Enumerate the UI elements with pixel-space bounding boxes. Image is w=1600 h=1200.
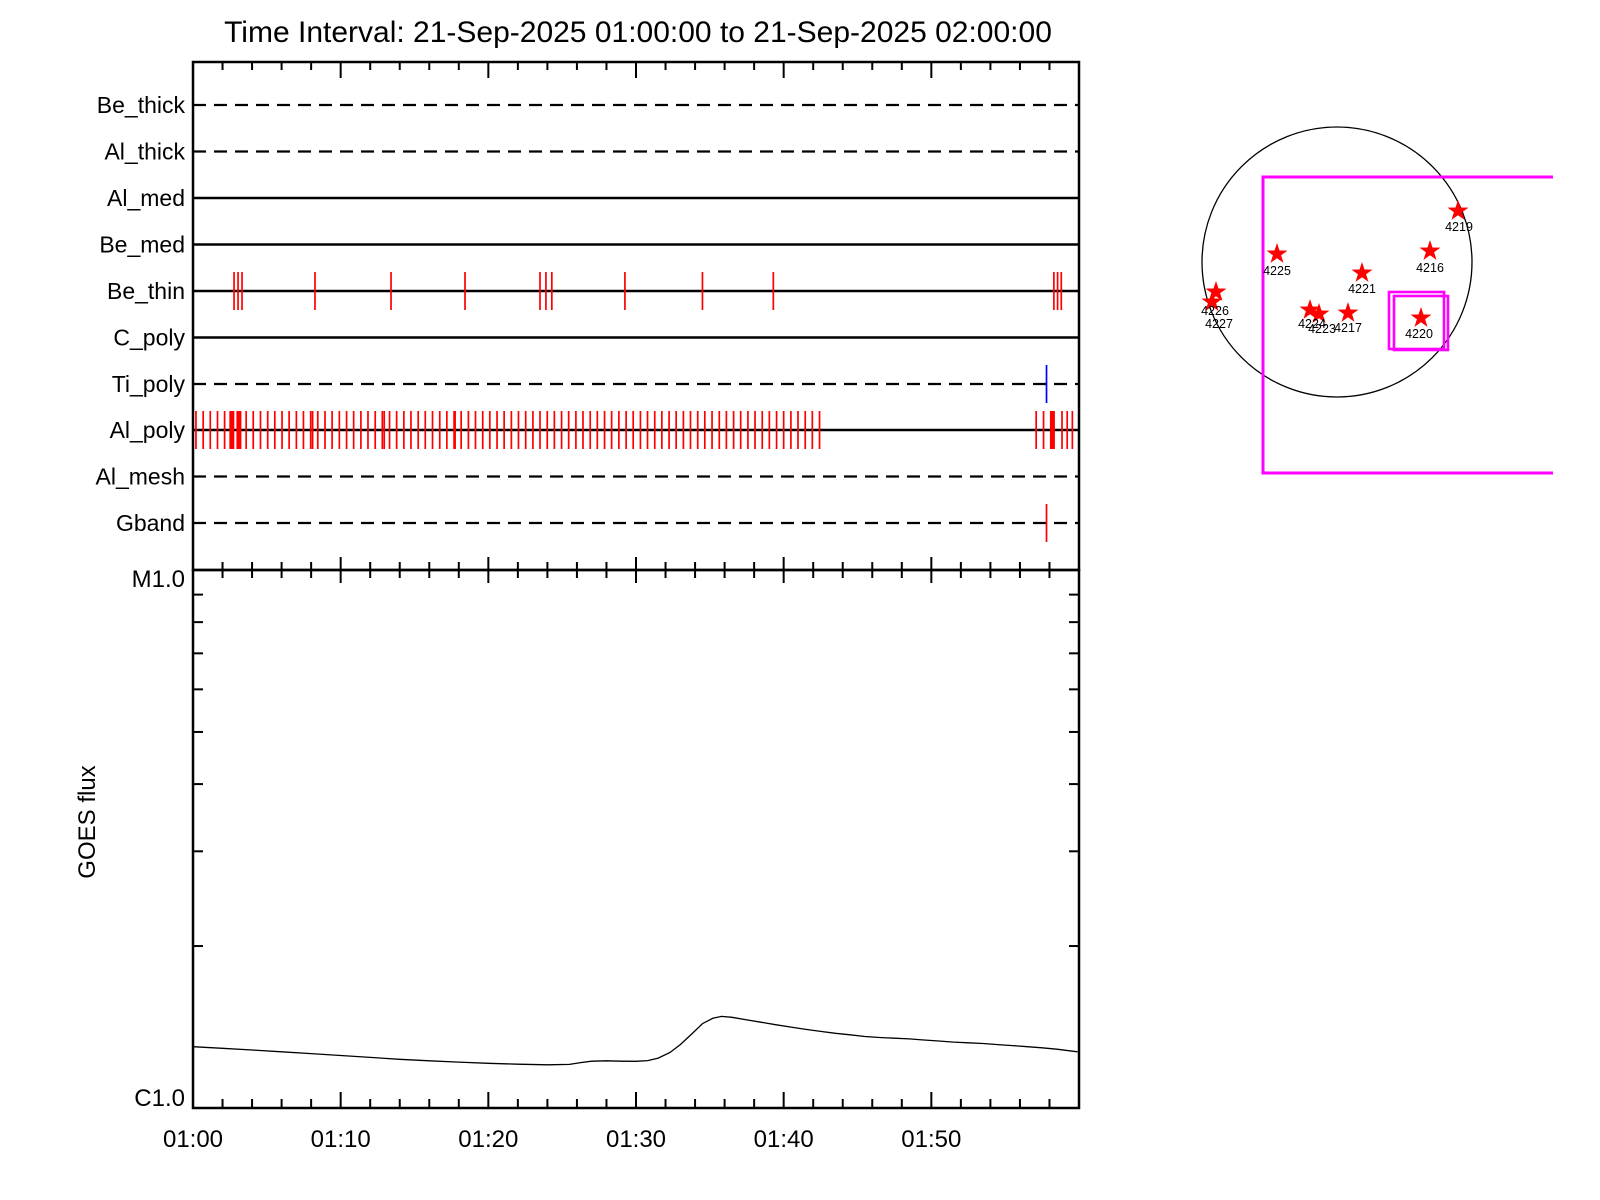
filter-label-Al_mesh: Al_mesh [96,464,185,490]
filter-row-Ti_poly: Ti_poly [112,365,1079,403]
filter-label-Al_poly: Al_poly [110,417,186,443]
filter-label-Al_thick: Al_thick [104,139,185,165]
solar-disk-map: 4227422642254221422442234217 422042164219 [1201,126,1553,475]
active-region-label-4220: 4220 [1405,327,1433,341]
filter-row-Al_med: Al_med [107,185,1079,211]
filter-timeline-panel: Be_thick Al_thick Al_med Be_med Be_thin C_pol… [96,60,1081,583]
filter-row-Be_thin: Be_thin [107,272,1079,310]
active-region-star-4220 [1410,307,1432,327]
active-region-label-4227: 4227 [1205,317,1233,331]
active-region-label-4216: 4216 [1416,261,1444,275]
filter-label-Be_thin: Be_thin [107,278,185,304]
filter-label-Ti_poly: Ti_poly [112,371,186,397]
goes-panel-border [191,568,1081,1110]
x-tick-label-01:00: 01:00 [163,1126,223,1153]
active-region-label-4219: 4219 [1445,220,1473,234]
goes-flux-axis-label: GOES flux [74,765,101,878]
active-region-label-4217: 4217 [1334,321,1362,335]
filter-label-Be_thick: Be_thick [97,92,186,118]
x-tick-label-01:20: 01:20 [458,1126,518,1153]
active-region-star-4217 [1337,302,1359,322]
filter-row-Be_med: Be_med [99,232,1079,258]
y-top-label: M1.0 [132,566,185,593]
x-tick-label-01:50: 01:50 [901,1126,961,1153]
filter-label-Gband: Gband [116,510,185,536]
active-region-star-4219 [1447,200,1469,220]
figure-root: Time Interval: 21-Sep-2025 01:00:00 to 2… [0,0,1600,1200]
active-region-star-4216 [1419,240,1441,260]
x-tick-label-01:10: 01:10 [311,1126,371,1153]
filter-row-Al_mesh: Al_mesh [96,464,1079,490]
filter-label-C_poly: C_poly [113,325,185,351]
filter-row-Al_poly: Al_poly [110,411,1079,449]
active-region-label-4226: 4226 [1201,304,1229,318]
goes-flux-curve [192,1015,1078,1066]
filter-panel-border [191,60,1081,572]
x-tick-label-01:30: 01:30 [606,1126,666,1153]
filter-row-Gband: Gband [116,504,1079,542]
filter-label-Be_med: Be_med [99,232,185,258]
x-tick-label-01:40: 01:40 [754,1126,814,1153]
filter-label-Al_med: Al_med [107,185,185,211]
active-region-label-4223: 4223 [1308,322,1336,336]
filter-row-Be_thick: Be_thick [97,92,1079,118]
plot-canvas: Be_thick Al_thick Al_med Be_med Be_thin C_pol… [74,60,1553,1153]
goes-flux-panel: 01:00 01:10 01:20 01:30 01:40 01:50 M1.0 C1.0 GO… [74,566,1081,1153]
active-region-star-4225 [1266,243,1288,263]
active-region-star-4226 [1205,281,1227,301]
y-bottom-label: C1.0 [134,1085,185,1112]
filter-row-C_poly: C_poly [113,325,1079,351]
filter-row-Al_thick: Al_thick [104,139,1079,165]
active-region-star-4221 [1351,262,1373,282]
fov-box-small-2 [1392,294,1450,352]
active-region-label-4221: 4221 [1348,282,1376,296]
active-region-label-4225: 4225 [1263,264,1291,278]
